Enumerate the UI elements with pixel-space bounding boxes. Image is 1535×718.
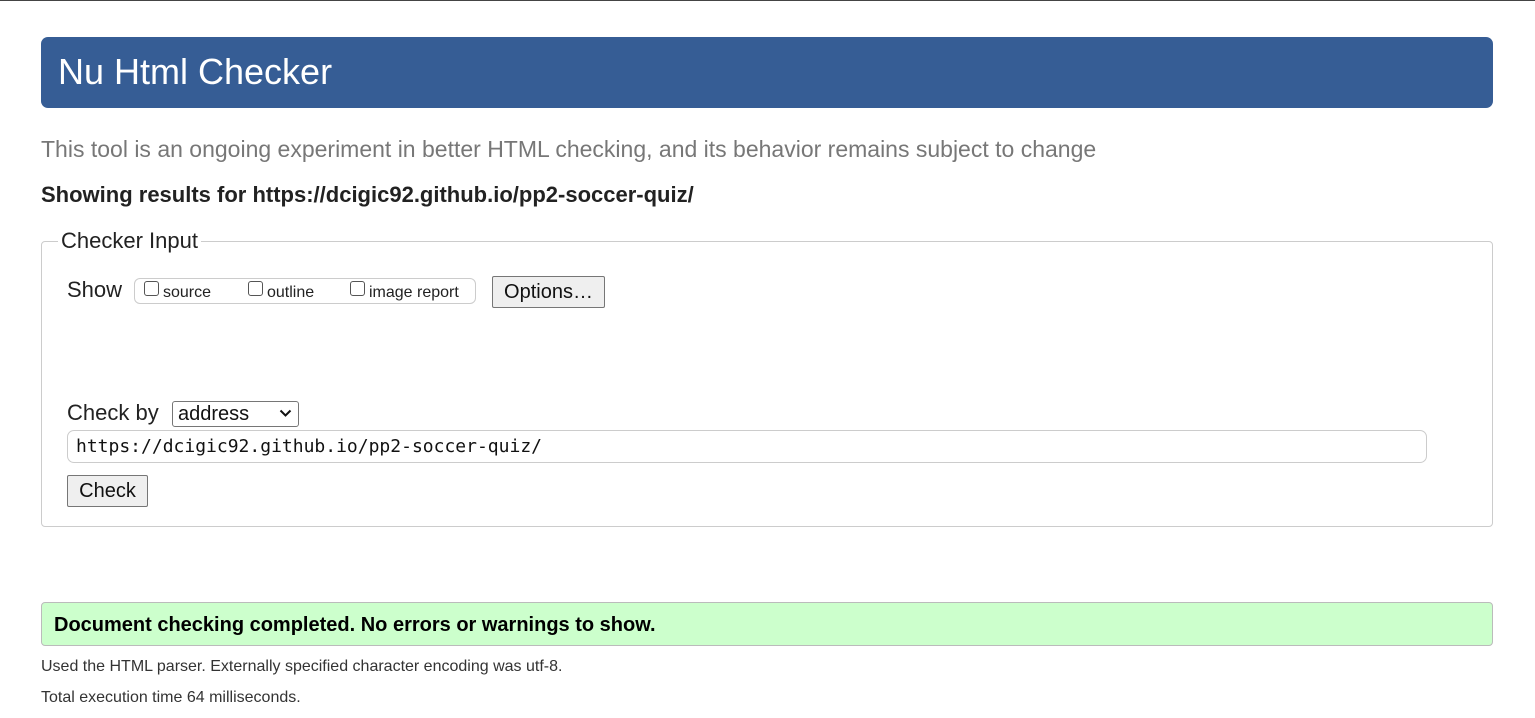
check-by-label: Check by bbox=[67, 400, 159, 425]
show-outline-option[interactable]: outline bbox=[248, 279, 314, 303]
execution-time: Total execution time 64 milliseconds. bbox=[41, 689, 301, 706]
page-header: Nu Html Checker bbox=[41, 37, 1493, 108]
outline-checkbox-label: outline bbox=[267, 284, 315, 301]
show-source-option[interactable]: source bbox=[144, 279, 211, 303]
tool-description: This tool is an ongoing experiment in be… bbox=[41, 136, 1097, 162]
check-by-select[interactable]: address bbox=[172, 401, 299, 427]
result-success-banner: Document checking completed. No errors o… bbox=[41, 602, 1493, 646]
top-border-line bbox=[0, 0, 1535, 1]
show-image-report-option[interactable]: image report bbox=[350, 279, 459, 303]
options-button[interactable]: Options… bbox=[492, 276, 605, 308]
source-checkbox[interactable] bbox=[144, 280, 159, 296]
result-message: Document checking completed. No errors o… bbox=[54, 614, 656, 636]
check-button[interactable]: Check bbox=[67, 475, 148, 507]
show-options-group: source outline image report bbox=[134, 278, 476, 304]
parser-info: Used the HTML parser. Externally specifi… bbox=[41, 658, 563, 675]
chevron-down-icon bbox=[279, 409, 292, 417]
outline-checkbox[interactable] bbox=[248, 280, 263, 296]
show-label: Show bbox=[67, 277, 123, 302]
image-report-checkbox[interactable] bbox=[350, 280, 365, 296]
showing-results-heading: Showing results for https://dcigic92.git… bbox=[41, 182, 694, 207]
check-by-selected-value: address bbox=[178, 403, 250, 425]
image-report-checkbox-label: image report bbox=[369, 284, 459, 301]
checker-input-fieldset: Checker Input bbox=[41, 229, 1493, 527]
url-input[interactable]: https://dcigic92.github.io/pp2-soccer-qu… bbox=[67, 430, 1427, 463]
page-title: Nu Html Checker bbox=[58, 51, 333, 92]
source-checkbox-label: source bbox=[163, 284, 212, 301]
checker-input-legend: Checker Input bbox=[61, 228, 198, 253]
